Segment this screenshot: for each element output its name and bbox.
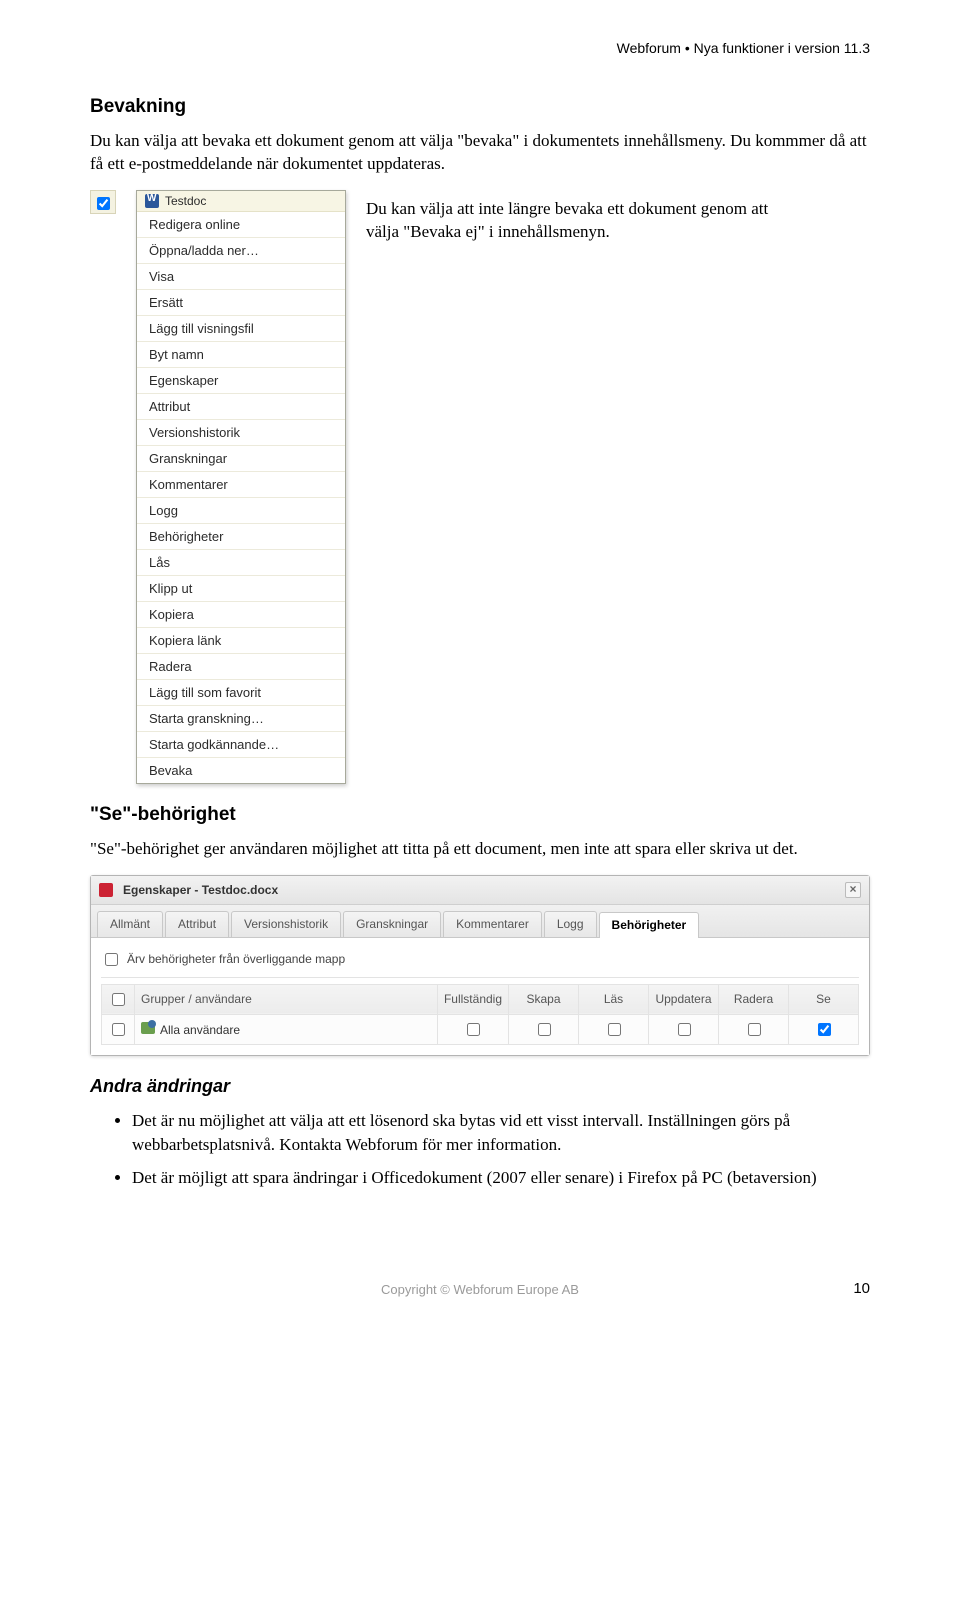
context-menu-item[interactable]: Egenskaper [137,367,345,393]
andra-bullet-list: Det är nu möjlighet att välja att ett lö… [90,1109,870,1190]
context-menu-item[interactable]: Lägg till som favorit [137,679,345,705]
context-menu-item[interactable]: Visa [137,263,345,289]
context-menu-item[interactable]: Ersätt [137,289,345,315]
dialog-titlebar: Egenskaper - Testdoc.docx × [91,876,869,905]
dialog-title-text: Egenskaper - Testdoc.docx [123,883,278,897]
context-menu-item[interactable]: Lås [137,549,345,575]
inherit-label: Ärv behörigheter från överliggande mapp [127,952,345,966]
perm-checkbox[interactable] [467,1023,480,1036]
context-menu-item[interactable]: Kopiera [137,601,345,627]
bullet-item: Det är nu möjlighet att välja att ett lö… [132,1109,870,1157]
context-menu-item[interactable]: Klipp ut [137,575,345,601]
perm-checkbox[interactable] [818,1023,831,1036]
section-bevakning-title: Bevakning [90,96,870,118]
webforum-icon [99,883,113,897]
context-menu-item[interactable]: Starta godkännande… [137,731,345,757]
dialog-tab[interactable]: Attribut [165,911,229,937]
page-header: Webforum • Nya funktioner i version 11.3 [90,40,870,56]
context-menu-item[interactable]: Kommentarer [137,471,345,497]
context-menu-doc-label: Testdoc [165,194,206,208]
perm-column-header: Skapa [509,984,579,1014]
dialog-tabs: AllmäntAttributVersionshistorikGransknin… [91,905,869,938]
context-menu-item[interactable]: Granskningar [137,445,345,471]
dialog-tab[interactable]: Allmänt [97,911,163,937]
perm-checkbox[interactable] [678,1023,691,1036]
section-bevakning-para: Du kan välja att bevaka ett dokument gen… [90,130,870,176]
close-icon[interactable]: × [845,882,861,898]
dialog-tab[interactable]: Logg [544,911,597,937]
perm-column-header: Grupper / användare [135,984,438,1014]
dialog-tab[interactable]: Granskningar [343,911,441,937]
perm-column-header: Radera [719,984,789,1014]
dialog-tab[interactable]: Versionshistorik [231,911,341,937]
context-menu-item[interactable]: Bevaka [137,757,345,783]
bullet-item: Det är möjligt att spara ändringar i Off… [132,1166,870,1190]
perm-column-header: Fullständig [437,984,508,1014]
footer-copyright: Copyright © Webforum Europe AB [381,1282,579,1297]
context-menu-item[interactable]: Byt namn [137,341,345,367]
context-menu-item[interactable]: Behörigheter [137,523,345,549]
dialog-tab[interactable]: Kommentarer [443,911,542,937]
context-menu-item[interactable]: Kopiera länk [137,627,345,653]
perm-checkbox[interactable] [608,1023,621,1036]
section-se-para: "Se"-behörighet ger användaren möjlighet… [90,838,870,861]
context-menu-item[interactable]: Logg [137,497,345,523]
context-menu-item[interactable]: Öppna/ladda ner… [137,237,345,263]
permissions-table: Grupper / användareFullständigSkapaLäsUp… [101,984,859,1045]
perm-checkbox[interactable] [538,1023,551,1036]
row-select-checkbox[interactable] [112,1023,125,1036]
context-menu-doc-row: Testdoc [137,191,345,212]
group-icon [141,1022,155,1034]
page-footer: Copyright © Webforum Europe AB 10 [90,1280,870,1297]
section-bevakning-sidenote: Du kan välja att inte längre bevaka ett … [366,190,796,244]
select-all-checkbox[interactable] [112,993,125,1006]
perm-checkbox[interactable] [748,1023,761,1036]
inherit-checkbox[interactable] [105,953,118,966]
perm-row-name: Alla användare [135,1014,438,1044]
footer-page-number: 10 [853,1280,870,1297]
context-menu: Testdoc Redigera onlineÖppna/ladda ner…V… [136,190,346,784]
section-andra-title: Andra ändringar [90,1076,870,1097]
perm-column-header: Läs [579,984,649,1014]
context-menu-item[interactable]: Radera [137,653,345,679]
word-icon [145,194,159,208]
doc-checkbox[interactable] [97,197,110,210]
context-menu-item[interactable]: Starta granskning… [137,705,345,731]
dialog-tab[interactable]: Behörigheter [599,912,700,938]
section-se-title: "Se"-behörighet [90,804,870,826]
properties-dialog: Egenskaper - Testdoc.docx × AllmäntAttri… [90,875,870,1056]
context-menu-item[interactable]: Lägg till visningsfil [137,315,345,341]
context-menu-item[interactable]: Redigera online [137,212,345,237]
context-menu-item[interactable]: Attribut [137,393,345,419]
doc-checkbox-cell [90,190,116,214]
perm-column-header: Se [789,984,859,1014]
context-menu-item[interactable]: Versionshistorik [137,419,345,445]
inherit-row: Ärv behörigheter från överliggande mapp [101,946,859,978]
perm-column-header: Uppdatera [649,984,719,1014]
